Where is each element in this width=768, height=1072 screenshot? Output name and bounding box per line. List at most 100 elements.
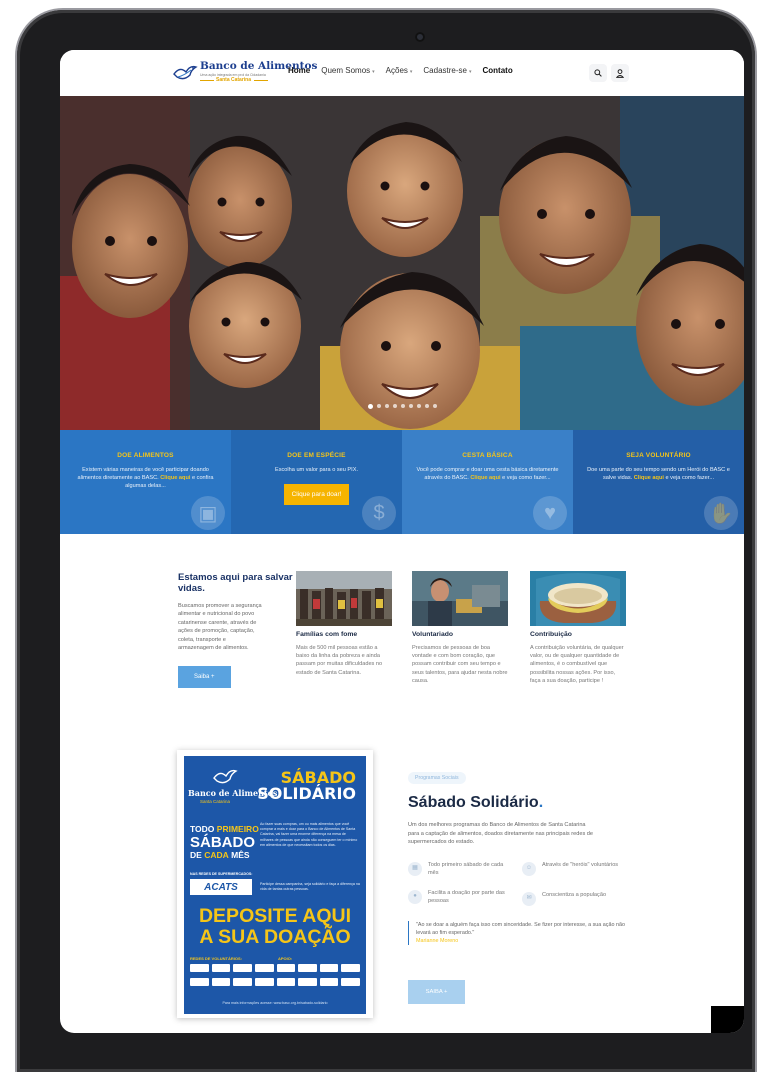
poster-todo-a: TODO	[190, 824, 215, 834]
site-logo[interactable]: Banco de Alimentos Uma ação integrada em…	[172, 58, 317, 88]
panel-cesta-basica[interactable]: CESTA BÁSICA Você pode comprar e doar um…	[402, 430, 573, 534]
card-voluntariado[interactable]: Voluntariado Precisamos de pessoas de bo…	[412, 571, 508, 685]
poster-redes-label: NAS REDES DE SUPERMERCADOS:	[190, 872, 253, 876]
sponsor-logo	[319, 978, 339, 986]
panel-title: SEJA VOLUNTÁRIO	[626, 452, 691, 459]
section-tag: Programas Sociais	[408, 772, 466, 784]
nav-acoes[interactable]: Ações	[386, 66, 413, 75]
about-section: Estamos aqui para salvar vidas. Buscamos…	[178, 572, 308, 689]
panel-doe-especie: DOE EM ESPÉCIE Escolha um valor para o s…	[231, 430, 402, 534]
slider-dot[interactable]	[376, 404, 381, 408]
sponsor-logo	[254, 978, 274, 986]
acats-logo: ACATS	[190, 879, 252, 895]
volunteer-photo	[412, 571, 508, 626]
panel-text-part: e veja como fazer...	[663, 475, 714, 482]
slider-dot[interactable]	[408, 404, 413, 408]
search-icon	[594, 69, 602, 77]
sabado-title-dot: .	[538, 794, 544, 811]
sponsor-logo	[319, 964, 339, 972]
nav-home[interactable]: Home	[288, 66, 310, 75]
nav-cadastre-se[interactable]: Cadastre-se	[423, 66, 471, 75]
quote-author: Marianne Moreno	[416, 938, 459, 944]
sabado-solidario-poster[interactable]: Banco de Alimentos Santa Catarina SÁBADO…	[177, 750, 373, 1018]
bird-logo-icon	[173, 65, 198, 80]
nav-contato[interactable]: Contato	[483, 66, 513, 75]
poster-footer: Para mais informações acesse: www.basc.o…	[222, 1001, 328, 1005]
money-icon: $	[362, 496, 396, 530]
logo-divider	[254, 80, 268, 81]
user-account-button[interactable]	[611, 64, 629, 82]
poster-todo-b: PRIMEIRO	[216, 824, 259, 834]
feature-item: ☺ Através de "heróis" voluntários	[522, 862, 628, 876]
poster-todo-d: DE	[190, 850, 202, 860]
card-title: Contribuição	[530, 631, 572, 638]
sponsor-logo	[341, 978, 360, 986]
poster-apoio-label: APOIO:	[278, 956, 293, 961]
main-nav: Home Quem Somos Ações Cadastre-se Contat…	[288, 66, 513, 75]
slider-dot[interactable]	[392, 404, 397, 408]
slider-dot[interactable]	[400, 404, 405, 408]
poster-deposite-a: DEPOSITE AQUI	[198, 905, 352, 927]
feature-item: ● Facilita a doação por parte das pessoa…	[408, 890, 514, 905]
sponsor-logo	[276, 964, 296, 972]
about-saiba-button[interactable]: Saiba +	[178, 666, 231, 689]
poster-todo-c: SÁBADO	[190, 834, 256, 851]
calendar-icon: ▦	[408, 862, 422, 876]
poster-todo-e: CADA	[204, 850, 229, 860]
logo-region: Santa Catarina	[216, 77, 252, 83]
sponsor-logo	[190, 964, 209, 972]
feature-text: Todo primeiro sábado de cada mês	[428, 862, 504, 876]
sponsor-logo	[211, 978, 231, 986]
sabado-title: Sábado Solidário.	[408, 794, 636, 812]
card-text: A contribuição voluntária, de qualquer v…	[530, 645, 624, 684]
donate-button[interactable]: Clique para doar!	[283, 484, 350, 506]
panel-text: Você pode comprar e doar uma cesta básic…	[412, 466, 563, 482]
camera-icon	[415, 32, 425, 42]
quote-text: "Ao se doar a alguém faça isso com since…	[416, 922, 625, 936]
poster-text-1: Ao fazer suas compras, um ou mais alimen…	[260, 822, 358, 847]
card-text: Precisamos de pessoas de boa vontade e c…	[412, 645, 508, 684]
poster-headline-b: SOLIDÁRIO	[257, 784, 356, 803]
about-text: Buscamos promover a segurança alimentar …	[178, 603, 262, 652]
search-button[interactable]	[589, 64, 607, 82]
sabado-title-text: Sábado Solidário	[408, 794, 539, 811]
heart-icon: ♥	[533, 496, 567, 530]
user-icon	[616, 68, 624, 78]
poster-body: Banco de Alimentos Santa Catarina SÁBADO…	[184, 756, 366, 1014]
families-photo	[296, 571, 392, 626]
feature-item: ✉ Conscientiza a população	[522, 892, 628, 906]
panel-doe-alimentos[interactable]: DOE ALIMENTOS Existem várias maneiras de…	[60, 430, 231, 534]
poster-voluntarios-label: REDES DE VOLUNTÁRIOS:	[190, 956, 243, 961]
sponsor-logo	[298, 978, 317, 986]
bowl-photo	[530, 571, 626, 626]
panel-title: DOE ALIMENTOS	[117, 452, 174, 459]
poster-sponsor-row	[190, 964, 360, 972]
panel-link[interactable]: Clique aqui	[470, 475, 500, 481]
people-icon: ☺	[522, 862, 536, 876]
hero-slider[interactable]	[60, 96, 744, 430]
slider-dots	[60, 403, 744, 409]
sabado-saiba-button[interactable]: SAIBA +	[408, 980, 465, 1004]
panel-text: Escolha um valor para o seu PIX.	[274, 467, 359, 473]
slider-dot[interactable]	[416, 404, 421, 408]
poster-logo-region: Santa Catarina	[200, 799, 231, 804]
user-icon: ●	[408, 890, 422, 904]
slider-dot[interactable]	[384, 404, 389, 408]
logo-divider	[200, 80, 214, 81]
card-text: Mais de 500 mil pessoas estão a baixo da…	[296, 645, 383, 676]
feature-text: Através de "heróis" voluntários	[542, 862, 619, 868]
card-familias[interactable]: Famílias com fome Mais de 500 mil pessoa…	[296, 571, 392, 677]
feature-item: ▦ Todo primeiro sábado de cada mês	[408, 862, 514, 877]
slider-dot[interactable]	[432, 404, 437, 408]
feature-text: Facilita a doação por parte das pessoas	[428, 890, 505, 904]
panel-seja-voluntario[interactable]: SEJA VOLUNTÁRIO Doe uma parte do seu tem…	[573, 430, 744, 534]
nav-quem-somos[interactable]: Quem Somos	[321, 66, 374, 75]
sponsor-logo	[233, 978, 252, 986]
panel-link[interactable]: Clique aqui	[634, 475, 664, 481]
slider-dot[interactable]	[424, 404, 429, 408]
slider-dot[interactable]	[367, 403, 373, 409]
card-contribuicao[interactable]: Contribuição A contribuição voluntária, …	[530, 571, 626, 685]
poster-sponsor-row	[190, 978, 360, 986]
panel-link[interactable]: Clique aqui	[160, 475, 190, 481]
site-header: Banco de Alimentos Uma ação integrada em…	[60, 50, 744, 96]
